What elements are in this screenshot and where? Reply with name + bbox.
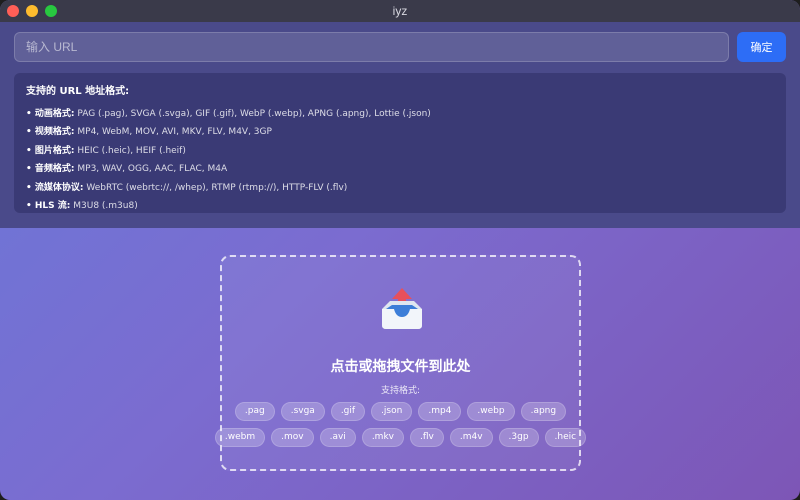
format-line-text: WebRTC (webrtc://, /whep), RTMP (rtmp://… (86, 182, 348, 193)
format-line-label: • 流媒体协议: (26, 182, 84, 193)
format-chip: .apng (520, 402, 567, 421)
format-line-animation: • 动画格式: PAG (.pag), SVGA (.svga), GIF (.… (26, 106, 774, 124)
url-section: 确定 支持的 URL 地址格式: • 动画格式: PAG (.pag), SVG… (0, 22, 800, 228)
format-chip: .3gp (498, 428, 539, 447)
format-line-text: M3U8 (.m3u8) (73, 200, 138, 211)
inbox-tray-upload-icon (382, 288, 422, 329)
drop-zone-title: 点击或拖拽文件到此处 (330, 359, 471, 375)
format-chips-row: .webm .mov .avi .mkv .flv .m4v .3gp .heic (214, 428, 587, 447)
zoom-window-button[interactable] (45, 5, 57, 17)
format-chip: .mkv (361, 428, 404, 447)
window-title: iyz (392, 4, 408, 18)
format-line-label: • 音频格式: (26, 164, 75, 175)
format-chip: .webm (214, 428, 266, 447)
format-line-text: HEIC (.heic), HEIF (.heif) (77, 145, 186, 156)
format-chip: .svga (280, 402, 325, 421)
confirm-button[interactable]: 确定 (737, 32, 786, 62)
minimize-window-button[interactable] (26, 5, 38, 17)
app-window: iyz 确定 支持的 URL 地址格式: • 动画格式: PAG (.pag),… (0, 0, 800, 500)
format-line-hls: • HLS 流: M3U8 (.m3u8) (26, 198, 774, 216)
format-line-audio: • 音频格式: MP3, WAV, OGG, AAC, FLAC, M4A (26, 161, 774, 179)
file-drop-zone[interactable]: 点击或拖拽文件到此处 支持格式: .pag .svga .gif .json .mp4.… (214, 255, 587, 471)
format-chip: .flv (409, 428, 444, 447)
format-chip: .heic (544, 428, 587, 447)
format-chip: .m4v (449, 428, 493, 447)
format-line-text: MP3, WAV, OGG, AAC, FLAC, M4A (77, 164, 228, 175)
format-line-video: • 视频格式: MP4, WebM, MOV, AVI, MKV, FLV, M… (26, 124, 774, 142)
format-chip: .mp4 (418, 402, 462, 421)
format-chip: .mov (271, 428, 314, 447)
format-chips-row: .pag .svga .gif .json .mp4 .webp .apng (222, 402, 579, 421)
format-line-text: PAG (.pag), SVGA (.svga), GIF (.gif), We… (77, 109, 431, 119)
format-chip: .pag (234, 402, 275, 421)
formats-panel-title: 支持的 URL 地址格式: (26, 86, 130, 97)
format-chip: .json (371, 402, 413, 421)
title-bar: iyz (0, 0, 800, 22)
format-line-streaming: • 流媒体协议: WebRTC (webrtc://, /whep), RTMP… (26, 180, 774, 198)
format-chip: .avi (319, 428, 356, 447)
supported-formats-label: 支持格式: (380, 386, 421, 396)
format-line-label: • 图片格式: (26, 145, 75, 156)
window-controls (7, 5, 57, 17)
close-window-button[interactable] (7, 5, 19, 17)
format-line-image: • 图片格式: HEIC (.heic), HEIF (.heif) (26, 143, 774, 161)
format-chip: .webp (467, 402, 515, 421)
format-chip: .gif (330, 402, 366, 421)
format-line-label: • HLS 流: (26, 200, 71, 211)
supported-url-formats-panel: 支持的 URL 地址格式: • 动画格式: PAG (.pag), SVGA (… (14, 73, 786, 213)
format-line-text: MP4, WebM, MOV, AVI, MKV, FLV, M4V, 3GP (77, 127, 272, 138)
format-line-label: • 视频格式: (26, 127, 75, 138)
format-line-label: • 动画格式: (26, 109, 75, 119)
url-input[interactable] (14, 32, 729, 62)
